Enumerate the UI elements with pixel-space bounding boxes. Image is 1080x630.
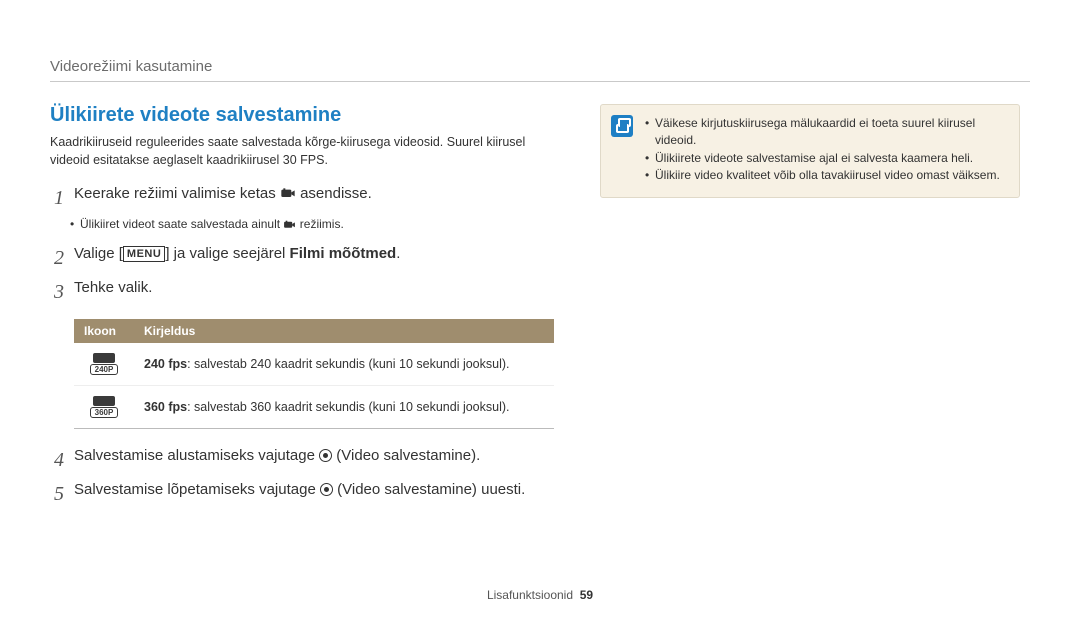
step-number: 1 (50, 183, 64, 213)
options-table: Ikoon Kirjeldus 240P 240 (74, 319, 554, 429)
t: Keerake režiimi valimise ketas (74, 185, 280, 202)
step-text: Valige [MENU] ja valige seejärel Filmi m… (74, 243, 560, 266)
step-number: 4 (50, 445, 64, 475)
step-4: 4 Salvestamise alustamiseks vajutage (Vi… (50, 445, 560, 475)
step-1-note: Ülikiiret videot saate salvestada ainult… (50, 217, 560, 231)
fps-240-icon: 240P (90, 353, 118, 375)
t: (Video salvestamine). (336, 447, 480, 464)
t: : salvestab 360 kaadrit sekundis (kuni 1… (187, 400, 509, 414)
step-1: 1 Keerake režiimi valimise ketas asendis… (50, 183, 560, 213)
col-icon: Ikoon (74, 319, 134, 343)
fps-360-icon: 360P (90, 396, 118, 418)
step-text: Salvestamise lõpetamiseks vajutage (Vide… (74, 479, 560, 502)
cell-icon: 360P (74, 386, 134, 429)
t: (Video salvestamine) uuesti. (337, 481, 525, 498)
cell-desc: 360 fps: salvestab 360 kaadrit sekundis … (134, 386, 554, 429)
intro-paragraph: Kaadrikiiruseid reguleerides saate salve… (50, 133, 560, 169)
t: ] ja valige seejärel (165, 245, 289, 262)
step-text: Salvestamise alustamiseks vajutage (Vide… (74, 445, 560, 468)
breadcrumb: Videorežiimi kasutamine (50, 58, 1030, 75)
camera-dial-icon (280, 186, 296, 200)
t: Salvestamise alustamiseks vajutage (74, 447, 319, 464)
list-item: Ülikiirete videote salvestamise ajal ei … (645, 150, 1007, 167)
step-number: 5 (50, 479, 64, 509)
step-text: Tehke valik. (74, 277, 560, 300)
page-number: 59 (580, 588, 593, 602)
list-item: Ülikiire video kvaliteet võib olla tavak… (645, 167, 1007, 184)
info-icon (611, 115, 633, 137)
col-desc: Kirjeldus (134, 319, 554, 343)
record-button-icon (319, 449, 332, 462)
t: Valige [ (74, 245, 123, 262)
bold-term: 360 fps (144, 400, 187, 414)
step-5: 5 Salvestamise lõpetamiseks vajutage (Vi… (50, 479, 560, 509)
t: asendisse. (300, 185, 372, 202)
step-number: 2 (50, 243, 64, 273)
page-footer: Lisafunktsioonid 59 (0, 588, 1080, 602)
cell-icon: 240P (74, 343, 134, 386)
info-callout: Väikese kirjutuskiirusega mälukaardid ei… (600, 104, 1020, 198)
t: : salvestab 240 kaadrit sekundis (kuni 1… (187, 357, 509, 371)
step-text: Keerake režiimi valimise ketas asendisse… (74, 183, 560, 206)
main-content: Ülikiirete videote salvestamine Kaadriki… (50, 104, 560, 509)
t: režiimis. (300, 217, 344, 231)
list-item: Väikese kirjutuskiirusega mälukaardid ei… (645, 115, 1007, 150)
section-title: Ülikiirete videote salvestamine (50, 104, 560, 127)
menu-button-icon: MENU (123, 246, 165, 262)
t: Ülikiiret videot saate salvestada ainult (80, 217, 283, 231)
camera-dial-icon (283, 219, 296, 230)
bold-term: 240 fps (144, 357, 187, 371)
info-list: Väikese kirjutuskiirusega mälukaardid ei… (645, 115, 1007, 185)
cell-desc: 240 fps: salvestab 240 kaadrit sekundis … (134, 343, 554, 386)
table-row: 360P 360 fps: salvestab 360 kaadrit seku… (74, 386, 554, 429)
step-number: 3 (50, 277, 64, 307)
record-button-icon (320, 483, 333, 496)
divider (50, 81, 1030, 82)
table-row: 240P 240 fps: salvestab 240 kaadrit seku… (74, 343, 554, 386)
footer-label: Lisafunktsioonid (487, 588, 573, 602)
bold-term: Filmi mõõtmed (290, 245, 397, 262)
t: Salvestamise lõpetamiseks vajutage (74, 481, 320, 498)
step-3: 3 Tehke valik. (50, 277, 560, 307)
step-2: 2 Valige [MENU] ja valige seejärel Filmi… (50, 243, 560, 273)
